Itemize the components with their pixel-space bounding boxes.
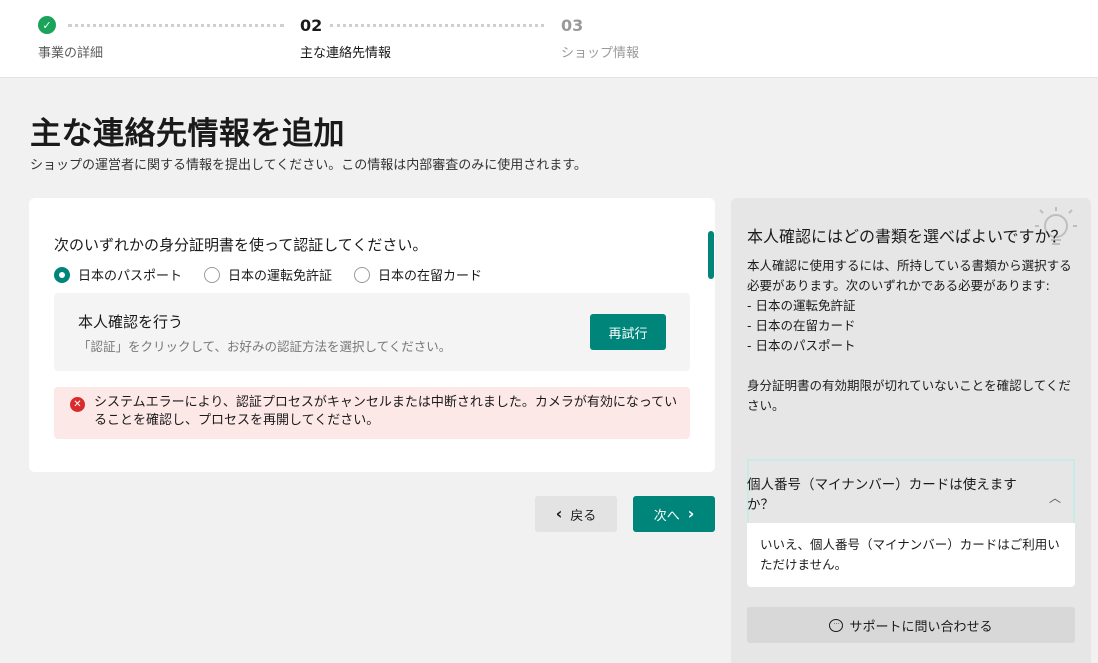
page-title: 主な連絡先情報を追加 <box>30 116 345 152</box>
verify-title: 本人確認を行う <box>78 313 184 331</box>
help-panel: 本人確認にはどの書類を選べばよいですか？ 本人確認に使用するには、所持している書… <box>731 198 1091 663</box>
chevron-right-icon: › <box>687 504 695 523</box>
faq-answer: いいえ、個人番号（マイナンバー）カードはご利用いただけません。 <box>760 537 1060 572</box>
error-banner: ✕ システムエラーにより、認証プロセスがキャンセルまたは中断されました。カメラが… <box>54 387 690 439</box>
radio-passport[interactable]: 日本のパスポート <box>54 265 182 284</box>
back-label: 戻る <box>570 508 597 524</box>
identity-verification-card: 次のいずれかの身分証明書を使って認証してください。 日本のパスポート 日本の運転… <box>29 198 715 472</box>
support-label: サポートに問い合わせる <box>849 619 993 635</box>
radio-unselected-icon[interactable] <box>354 266 371 283</box>
error-icon: ✕ <box>70 397 85 412</box>
verify-identity-panel: 本人確認を行う 「認証」をクリックして、お好みの認証方法を選択してください。 再… <box>54 293 690 371</box>
chat-bubble-icon: ··· <box>829 618 844 632</box>
step-business-details: ✓ 事業の詳細 <box>38 14 103 61</box>
id-document-question: 次のいずれかの身分証明書を使って認証してください。 <box>54 236 428 254</box>
faq-answer-panel: いいえ、個人番号（マイナンバー）カードはご利用いただけません。 <box>747 523 1075 587</box>
verify-hint: 「認証」をクリックして、お好みの認証方法を選択してください。 <box>78 339 452 354</box>
chevron-left-icon: ‹ <box>555 504 563 523</box>
step-label: 事業の詳細 <box>38 46 104 61</box>
step-label: ショップ情報 <box>561 46 640 61</box>
radio-label: 日本のパスポート <box>78 269 183 284</box>
retry-button[interactable]: 再試行 <box>590 314 666 350</box>
next-label: 次へ <box>653 508 680 524</box>
step-primary-contact: 02 主な連絡先情報 <box>300 14 392 62</box>
chevron-up-icon: ︿ <box>1049 491 1062 505</box>
radio-residence-card[interactable]: 日本の在留カード <box>354 265 482 284</box>
radio-label: 日本の在留カード <box>378 269 483 284</box>
step-connector <box>330 24 544 27</box>
scrollbar-thumb[interactable] <box>708 231 714 279</box>
back-button[interactable]: ‹ 戻る <box>535 496 617 532</box>
next-button[interactable]: 次へ › <box>633 496 715 532</box>
radio-unselected-icon[interactable] <box>204 266 221 283</box>
step-label: 主な連絡先情報 <box>300 46 392 61</box>
check-icon: ✓ <box>38 16 56 34</box>
id-document-radio-group: 日本のパスポート 日本の運転免許証 日本の在留カード <box>54 265 482 284</box>
step-shop-info: 03 ショップ情報 <box>561 14 640 62</box>
faq-question-toggle[interactable]: 個人番号（マイナンバー）カードは使えますか？ ︿ <box>747 459 1075 525</box>
contact-support-button[interactable]: ··· サポートに問い合わせる <box>747 607 1075 643</box>
step-connector <box>68 24 284 27</box>
radio-drivers-license[interactable]: 日本の運転免許証 <box>204 265 332 284</box>
help-title: 本人確認にはどの書類を選べばよいですか？ <box>747 227 1067 246</box>
radio-selected-icon[interactable] <box>54 266 70 283</box>
error-message: システムエラーにより、認証プロセスがキャンセルまたは中断されました。カメラが有効… <box>94 395 678 428</box>
radio-label: 日本の運転免許証 <box>228 269 333 284</box>
page-subtitle: ショップの運営者に関する情報を提出してください。この情報は内部審査のみに使用され… <box>30 158 587 173</box>
faq-question: 個人番号（マイナンバー）カードは使えますか？ <box>747 477 1017 513</box>
help-body: 本人確認に使用するには、所持している書類から選択する必要があります。次のいずれか… <box>747 258 1072 413</box>
step-number: 03 <box>561 15 584 35</box>
progress-stepper: ✓ 事業の詳細 02 主な連絡先情報 03 ショップ情報 <box>0 0 1098 78</box>
